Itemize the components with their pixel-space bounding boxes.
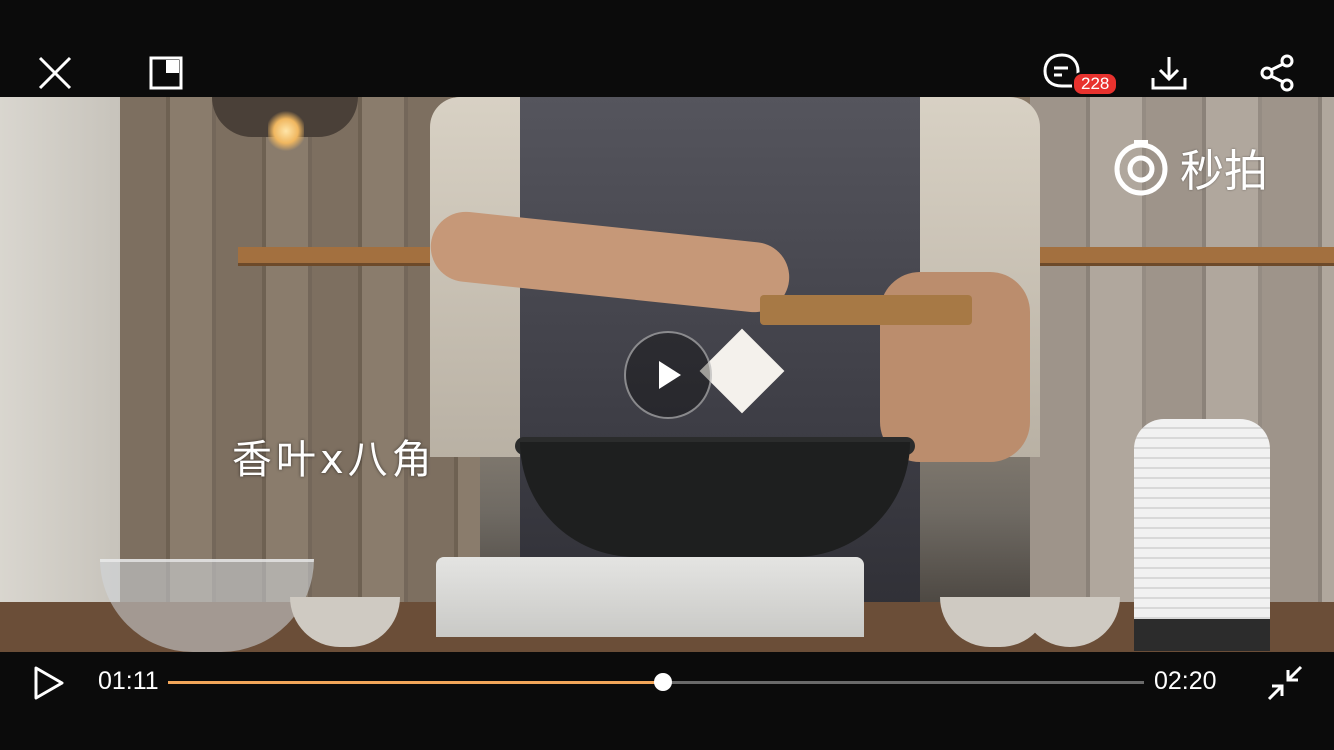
camera-logo-icon [1114, 140, 1168, 196]
play-icon [34, 666, 64, 700]
exit-fullscreen-icon [1267, 665, 1303, 701]
picture-in-picture-icon [149, 56, 183, 90]
share-icon [1260, 54, 1294, 92]
download-button[interactable] [1144, 50, 1194, 96]
progress-handle[interactable] [653, 673, 672, 691]
watermark-text: 秒拍 [1180, 146, 1268, 197]
play-button[interactable] [28, 662, 70, 704]
total-duration: 02:20 [1154, 667, 1217, 695]
progress-fill [168, 681, 663, 684]
playback-controls: 01:11 02:20 [0, 652, 1334, 750]
video-frame[interactable]: 香叶x八角 秒拍 [0, 97, 1334, 652]
current-time: 01:11 [98, 667, 159, 695]
comments-button[interactable]: 228 [1036, 48, 1122, 98]
comment-count-badge: 228 [1072, 72, 1119, 96]
close-button[interactable] [30, 50, 80, 96]
progress-slider[interactable] [168, 673, 1144, 691]
close-icon [38, 56, 72, 90]
video-scene-lamp-light [268, 111, 304, 151]
play-icon [659, 361, 681, 389]
video-scene-kettle [1134, 419, 1270, 649]
picture-in-picture-button[interactable] [142, 50, 190, 96]
video-scene-shelf [1020, 247, 1334, 266]
video-scene-wok [520, 442, 910, 557]
download-icon [1151, 57, 1187, 90]
video-scene-stove [436, 557, 864, 637]
video-caption: 香叶x八角 [232, 437, 436, 483]
share-button[interactable] [1252, 50, 1302, 96]
video-scene-kettle-base [1134, 619, 1270, 651]
center-play-button[interactable] [624, 331, 712, 419]
top-bar: 228 [0, 0, 1334, 97]
exit-fullscreen-button[interactable] [1262, 660, 1308, 706]
watermark: 秒拍 [1112, 135, 1268, 199]
video-scene-cutting-board [760, 295, 972, 325]
video-scene-shelf [238, 247, 438, 266]
